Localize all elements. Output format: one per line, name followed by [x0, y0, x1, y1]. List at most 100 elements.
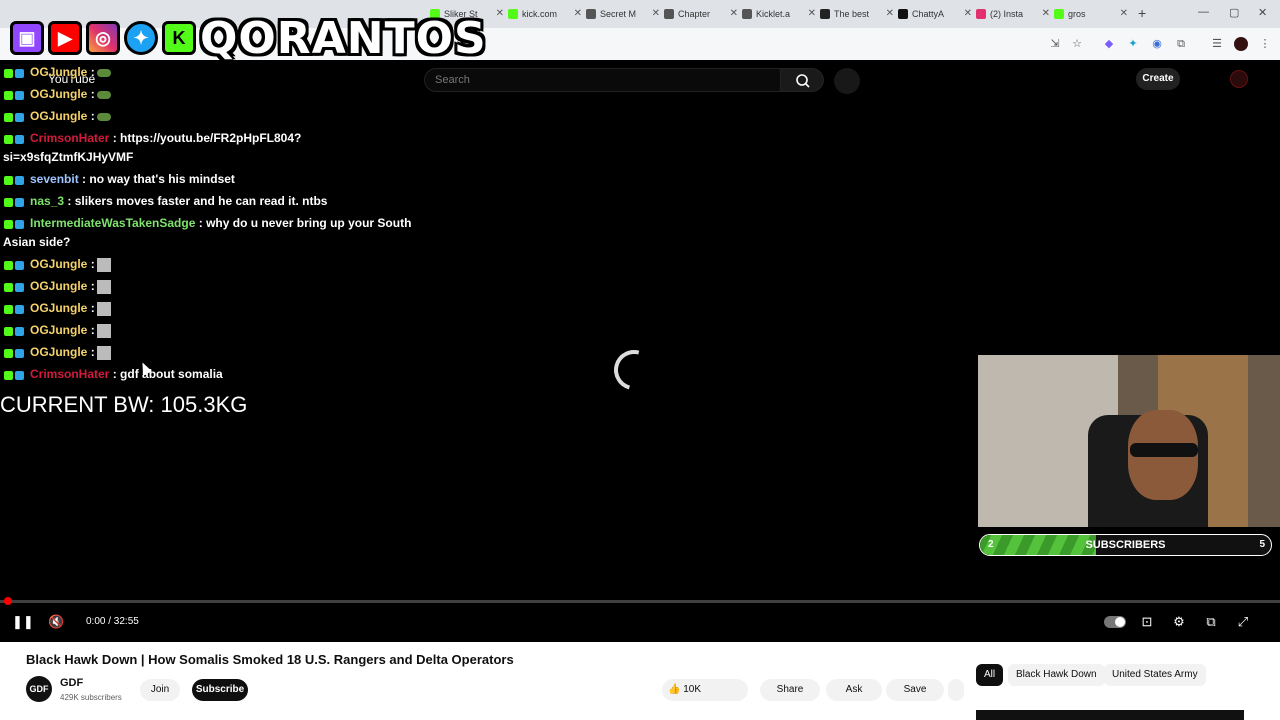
chat-username[interactable]: nas_3 [30, 194, 64, 208]
share-button[interactable]: Share [760, 679, 820, 701]
tab-label: Chapter [678, 9, 711, 19]
captions-icon[interactable]: ⊡ [1139, 614, 1155, 630]
chat-message: OGJungle : [4, 343, 111, 362]
tab-favicon-icon [820, 9, 830, 19]
minimize-icon[interactable]: — [1198, 6, 1209, 18]
mute-icon[interactable]: 🔇 [48, 614, 64, 630]
chat-username[interactable]: OGJungle [30, 323, 87, 337]
profile-avatar[interactable] [1234, 37, 1248, 51]
chat-badges-icon [4, 343, 26, 362]
tab-label: Kicklet.a [756, 9, 791, 19]
youtube-logo-icon: ▶ [48, 21, 82, 55]
tab-close-icon[interactable]: ✕ [652, 8, 660, 19]
chat-text: si=x9sfqZtmfKJHyVMF [3, 150, 134, 164]
recommended-video-thumbnail[interactable] [976, 710, 1244, 720]
browser-tab[interactable]: Chapter ✕ [664, 4, 738, 24]
bodyweight-text: CURRENT BW: 105.3KG [0, 392, 248, 417]
bookmark-star-icon[interactable]: ☆ [1070, 37, 1084, 51]
chat-badges-icon [4, 107, 26, 126]
tab-close-icon[interactable]: ✕ [886, 8, 894, 19]
chat-message: Asian side? [3, 233, 70, 252]
browser-tab[interactable]: Kicklet.a ✕ [742, 4, 816, 24]
chat-username[interactable]: CrimsonHater [30, 131, 109, 145]
browser-tab[interactable]: Secret M ✕ [586, 4, 660, 24]
subscriber-goal-bar: 2 SUBSCRIBERS 5 [979, 534, 1272, 556]
browser-tab[interactable]: gros ✕ [1054, 4, 1128, 24]
thumbs-up-icon: 👍 [668, 684, 681, 695]
chat-username[interactable]: OGJungle [30, 257, 87, 271]
chat-message: OGJungle : [4, 321, 111, 340]
browser-menu-icon[interactable]: ⋮ [1258, 37, 1272, 51]
install-icon[interactable]: ⇲ [1048, 37, 1062, 51]
chat-text: : [90, 301, 95, 315]
instagram-logo: ◎ [86, 21, 120, 55]
chat-text: : https://youtu.be/FR2pHpFL804? [112, 131, 302, 145]
chat-badges-icon [4, 129, 26, 148]
chat-username[interactable]: OGJungle [30, 87, 87, 101]
maximize-icon[interactable]: ▢ [1229, 6, 1239, 19]
pause-icon[interactable]: ❚❚ [12, 614, 34, 630]
join-button[interactable]: Join [140, 679, 180, 701]
tab-favicon-icon [664, 9, 674, 19]
chat-message: CrimsonHater : gdf about somalia [4, 365, 223, 384]
subscriber-goal-label: SUBSCRIBERS [1085, 539, 1166, 551]
chat-text: : no way that's his mindset [82, 172, 235, 186]
chat-username[interactable]: OGJungle [30, 279, 87, 293]
browser-tab[interactable]: The best ✕ [820, 4, 894, 24]
tab-favicon-icon [586, 9, 596, 19]
tab-close-icon[interactable]: ✕ [1042, 8, 1050, 19]
chat-username[interactable]: OGJungle [30, 109, 87, 123]
close-window-icon[interactable]: ✕ [1258, 6, 1267, 19]
browser-tab[interactable]: (2) Insta ✕ [976, 4, 1050, 24]
extension-icon[interactable]: ◆ [1102, 37, 1116, 51]
channel-subscriber-count: 429K subscribers [60, 693, 122, 702]
browser-tab[interactable]: ChattyA ✕ [898, 4, 972, 24]
chat-username[interactable]: sevenbit [30, 172, 79, 186]
chat-text: Asian side? [3, 235, 71, 249]
settings-gear-icon[interactable]: ⚙ [1171, 614, 1187, 630]
account-avatar[interactable] [1230, 70, 1248, 88]
kick-logo: K [162, 21, 196, 55]
subscribe-button[interactable]: Subscribe [192, 679, 248, 701]
stream-overlay-logos: ▣ ▶ ◎ ✦ K QORANTOS [10, 8, 487, 68]
new-tab-button[interactable]: + [1138, 5, 1146, 21]
sidebar-icon[interactable]: ☰ [1210, 37, 1224, 51]
tab-close-icon[interactable]: ✕ [730, 8, 738, 19]
extension-icon[interactable]: ◉ [1150, 37, 1164, 51]
like-button[interactable]: 👍 10K [662, 679, 748, 701]
search-button[interactable] [780, 68, 824, 92]
chip-all[interactable]: All [976, 664, 1004, 686]
channel-avatar[interactable]: GDF [26, 676, 52, 702]
chat-username[interactable]: CrimsonHater [30, 367, 109, 381]
chip-united-states-army[interactable]: United States Army [1104, 664, 1206, 686]
video-progress-bar[interactable] [0, 597, 1280, 605]
ask-button[interactable]: Ask [826, 679, 882, 701]
extensions-puzzle-icon[interactable]: ⧉ [1174, 37, 1188, 51]
voice-search-button[interactable] [834, 68, 860, 94]
channel-name[interactable]: GDF [60, 677, 83, 689]
chat-username[interactable]: OGJungle [30, 345, 87, 359]
tab-close-icon[interactable]: ✕ [574, 8, 582, 19]
fullscreen-icon[interactable]: ⤢ [1235, 614, 1251, 630]
save-button[interactable]: Save [886, 679, 944, 701]
create-button[interactable]: Create [1136, 68, 1180, 90]
chip-black-hawk-down[interactable]: Black Hawk Down [1008, 664, 1105, 686]
extension-icon[interactable]: ✦ [1126, 37, 1140, 51]
progress-scrubber[interactable] [4, 597, 12, 605]
search-input[interactable]: Search [424, 68, 780, 92]
tab-close-icon[interactable]: ✕ [1120, 8, 1128, 19]
chat-username[interactable]: IntermediateWasTakenSadge [30, 216, 195, 230]
tab-close-icon[interactable]: ✕ [496, 8, 504, 19]
miniplayer-icon[interactable]: ⧉ [1203, 614, 1219, 630]
chat-message: OGJungle : [4, 299, 111, 318]
chat-username[interactable]: OGJungle [30, 301, 87, 315]
screen: Sliker St ✕ kick.com ✕ Secret M ✕ Chapter ✕ Kick… [0, 0, 1280, 720]
twitter-logo: ✦ [124, 21, 158, 55]
more-actions-button[interactable] [948, 679, 964, 701]
browser-tab[interactable]: kick.com ✕ [508, 4, 582, 24]
tab-close-icon[interactable]: ✕ [964, 8, 972, 19]
tab-close-icon[interactable]: ✕ [808, 8, 816, 19]
autoplay-toggle[interactable] [1104, 616, 1126, 628]
chat-text: : [90, 257, 95, 271]
chat-badges-icon [4, 85, 26, 104]
